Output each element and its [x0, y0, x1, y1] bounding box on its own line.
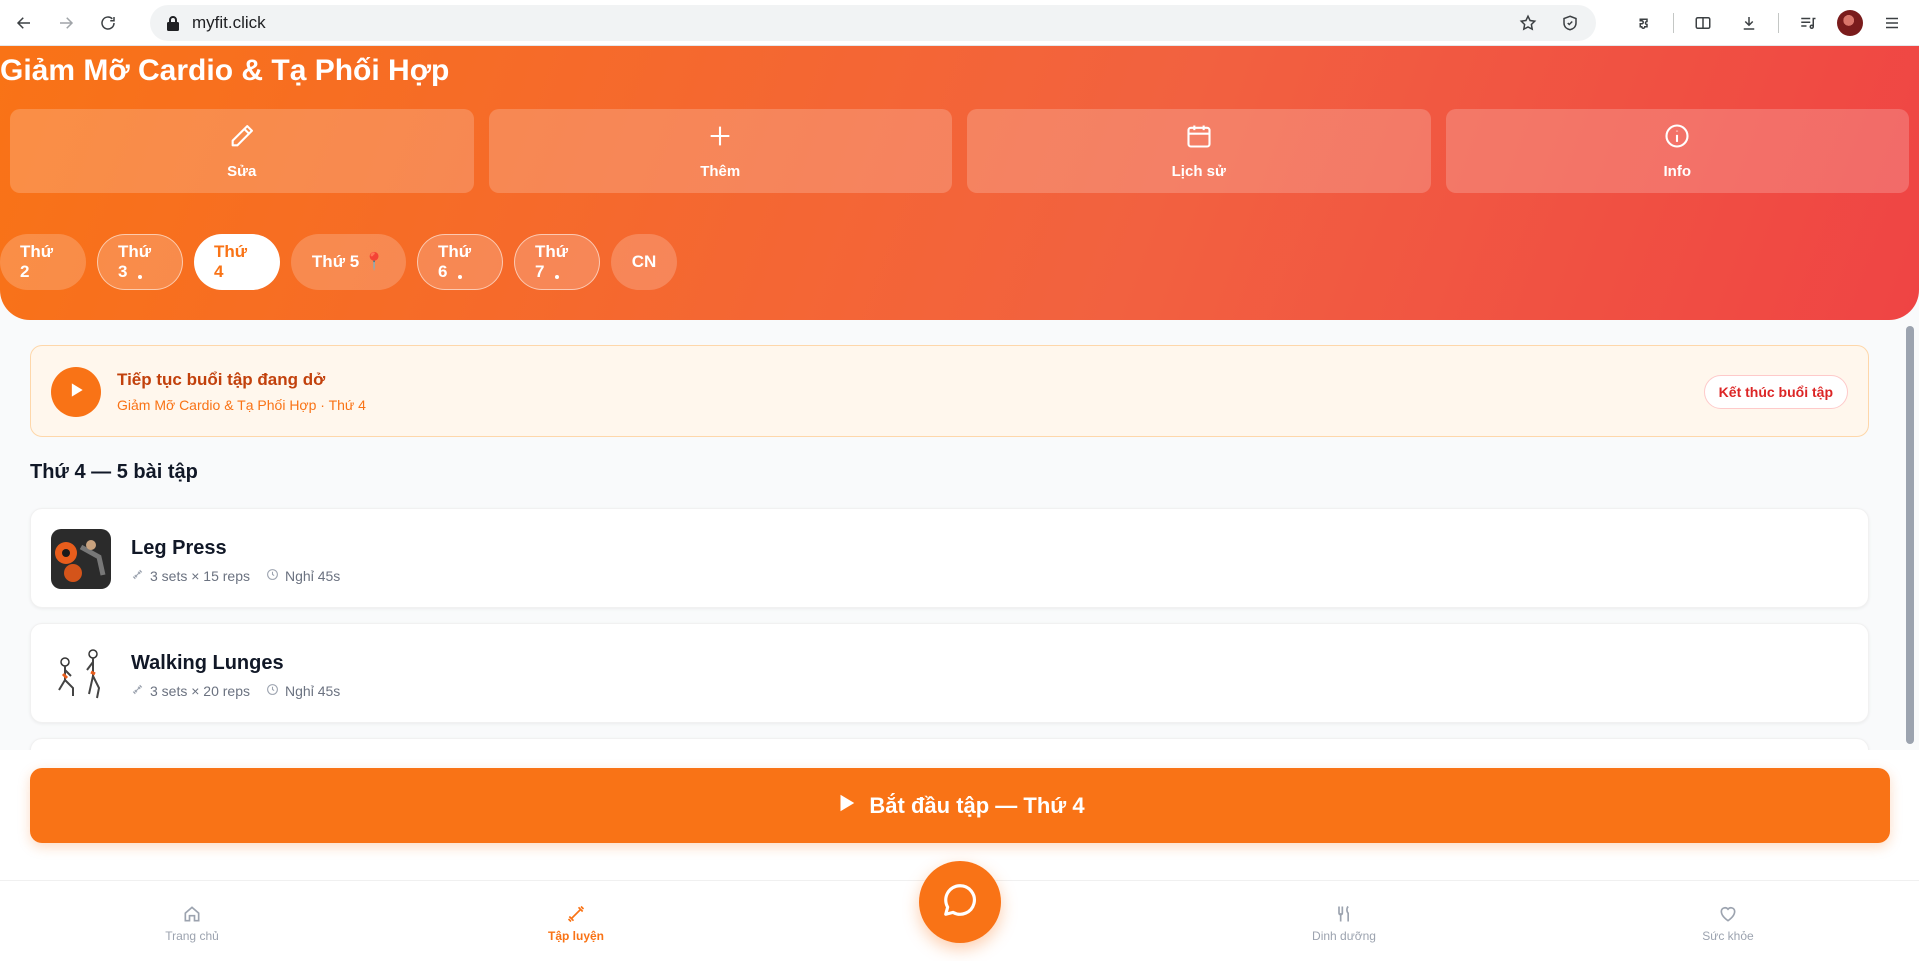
- menu-icon[interactable]: [1875, 6, 1909, 40]
- address-bar[interactable]: myfit.click: [150, 5, 1596, 41]
- end-session-button[interactable]: Kết thúc buổi tập: [1703, 375, 1848, 409]
- day-label: Thứ 2: [20, 242, 54, 281]
- day-tab-fri[interactable]: Thứ 6: [417, 234, 503, 290]
- download-icon[interactable]: [1732, 6, 1766, 40]
- nav-workout[interactable]: Tập luyện: [506, 903, 646, 943]
- exercise-rest: Nghỉ 45s: [285, 568, 341, 584]
- day-tab-sat[interactable]: Thứ 7: [514, 234, 600, 290]
- chat-icon: [941, 881, 979, 924]
- scrollbar-thumb[interactable]: [1906, 326, 1914, 744]
- profile-avatar[interactable]: [1837, 10, 1863, 36]
- edit-button[interactable]: Sửa: [10, 109, 474, 193]
- info-icon: [1663, 122, 1691, 155]
- extensions-icon[interactable]: [1627, 6, 1661, 40]
- exercise-sets: 3 sets × 15 reps: [150, 568, 251, 584]
- exercise-meta: 3 sets × 20 reps Nghỉ 45s: [131, 683, 340, 699]
- history-label: Lịch sử: [1171, 163, 1226, 180]
- add-label: Thêm: [700, 163, 741, 180]
- forward-icon[interactable]: [48, 5, 84, 41]
- exercise-card[interactable]: Walking Lunges 3 sets × 20 reps Nghỉ 45s: [30, 623, 1869, 723]
- workout-dot: [458, 275, 462, 279]
- day-tab-wed[interactable]: Thứ 4: [194, 234, 280, 290]
- info-label: Info: [1663, 163, 1692, 180]
- exercise-rest: Nghỉ 45s: [285, 683, 341, 699]
- workout-dot: [138, 275, 142, 279]
- nav-home-label: Trang chủ: [165, 929, 219, 943]
- shield-icon[interactable]: [1556, 9, 1584, 37]
- add-button[interactable]: Thêm: [488, 109, 952, 193]
- day-tab-thu[interactable]: Thứ 5 📍: [291, 234, 406, 290]
- dumbbell-icon: [566, 903, 586, 925]
- play-icon: [66, 380, 86, 405]
- browser-toolbar: myfit.click: [0, 0, 1919, 46]
- info-button[interactable]: Info: [1445, 109, 1909, 193]
- star-icon[interactable]: [1514, 9, 1542, 37]
- url-text: myfit.click: [192, 13, 266, 32]
- nav-nutrition-label: Dinh dưỡng: [1312, 929, 1376, 943]
- history-button[interactable]: Lịch sử: [967, 109, 1431, 193]
- calendar-icon: [1185, 122, 1213, 155]
- clock-icon: [266, 568, 279, 584]
- day-selector: Thứ 2 Thứ 3 Thứ 4 Thứ 5 📍 Thứ 6 Thứ 7 CN: [0, 234, 677, 290]
- exercise-name: Walking Lunges: [131, 652, 284, 674]
- resume-play-button[interactable]: [51, 367, 101, 417]
- day-label: Thứ 5 📍: [311, 252, 386, 271]
- day-section-title: Thứ 4 — 5 bài tập: [30, 461, 198, 483]
- toolbar-divider: [1673, 13, 1674, 33]
- reload-icon[interactable]: [90, 5, 126, 41]
- day-tab-tue[interactable]: Thứ 3: [97, 234, 183, 290]
- home-icon: [182, 903, 202, 925]
- dumbbell-icon: [131, 683, 144, 699]
- workout-dot: [555, 275, 559, 279]
- scrollbar[interactable]: [1904, 320, 1916, 750]
- split-view-icon[interactable]: [1686, 6, 1720, 40]
- start-workout-label: Bắt đầu tập — Thứ 4: [869, 792, 1085, 818]
- day-label: Thứ 4: [214, 242, 248, 281]
- resume-banner[interactable]: Tiếp tục buổi tập đang dở Giảm Mỡ Cardio…: [30, 345, 1869, 437]
- day-tab-mon[interactable]: Thứ 2: [0, 234, 86, 290]
- exercise-card[interactable]: Leg Press 3 sets × 15 reps Nghỉ 45s: [30, 508, 1869, 608]
- exercise-meta: 3 sets × 15 reps Nghỉ 45s: [131, 568, 340, 584]
- back-icon[interactable]: [6, 5, 42, 41]
- resume-title: Tiếp tục buổi tập đang dở: [117, 370, 326, 389]
- clock-icon: [266, 683, 279, 699]
- heart-icon: [1718, 903, 1738, 925]
- day-tab-sun[interactable]: CN: [611, 234, 677, 290]
- dumbbell-icon: [131, 568, 144, 584]
- media-icon[interactable]: [1791, 6, 1825, 40]
- day-label: CN: [631, 252, 657, 271]
- toolbar-divider: [1778, 13, 1779, 33]
- nav-nutrition[interactable]: Dinh dưỡng: [1274, 903, 1414, 943]
- start-workout-button[interactable]: Bắt đầu tập — Thứ 4: [30, 768, 1890, 843]
- resume-subtitle: Giảm Mỡ Cardio & Tạ Phối Hợp · Thứ 4: [117, 397, 366, 413]
- nav-health[interactable]: Sức khỏe: [1658, 903, 1798, 943]
- plus-icon: [706, 122, 734, 155]
- plan-header: Giảm Mỡ Cardio & Tạ Phối Hợp Sửa Thêm Lị…: [0, 46, 1919, 320]
- nav-health-label: Sức khỏe: [1702, 929, 1754, 943]
- play-icon: [835, 792, 857, 820]
- chat-button[interactable]: [919, 861, 1001, 943]
- exercise-thumbnail: [51, 644, 111, 704]
- workout-content[interactable]: Tiếp tục buổi tập đang dở Giảm Mỡ Cardio…: [0, 320, 1900, 750]
- exercise-name: Leg Press: [131, 537, 227, 559]
- exercise-sets: 3 sets × 20 reps: [150, 683, 251, 699]
- exercise-card[interactable]: [30, 738, 1869, 750]
- nav-home[interactable]: Trang chủ: [122, 903, 262, 943]
- lock-icon: [164, 14, 182, 32]
- exercise-thumbnail: [51, 529, 111, 589]
- utensils-icon: [1334, 903, 1354, 925]
- edit-label: Sửa: [227, 163, 257, 180]
- pencil-icon: [228, 122, 256, 155]
- action-bar: Sửa Thêm Lịch sử Info: [10, 109, 1909, 193]
- nav-workout-label: Tập luyện: [547, 929, 604, 943]
- page-title: Giảm Mỡ Cardio & Tạ Phối Hợp: [0, 54, 450, 87]
